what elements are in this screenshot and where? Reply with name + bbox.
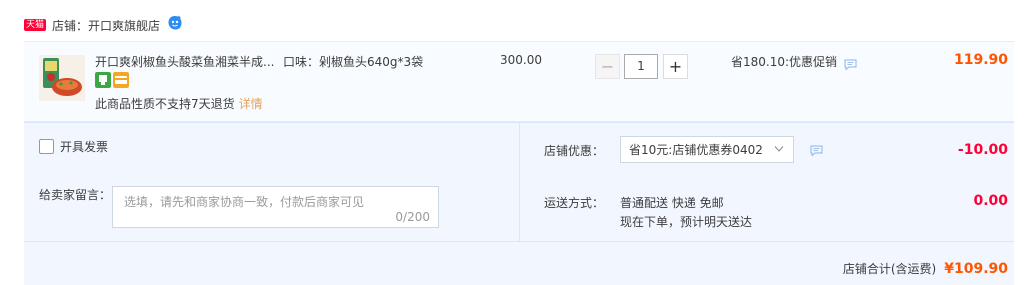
cart-item-row: 开口爽剁椒鱼头酸菜鱼湘菜半成... 口味：剁椒鱼头640g*3袋 此商品性质不支… [24, 41, 1014, 122]
return-policy-text: 此商品性质不支持7天退货 [95, 97, 235, 111]
seller-memo-placeholder: 选填，请先和商家协商一致，付款后商家可见 [124, 195, 365, 209]
shop-total: 店铺合计(含运费) ¥109.90 [843, 260, 1008, 277]
left-options: 开具发票 给卖家留言： 选填，请先和商家协商一致，付款后商家可见 0/200 [24, 123, 520, 241]
invoice-checkbox[interactable] [39, 139, 54, 154]
shop-discount-selected: 省10元:店铺优惠券0402 [629, 143, 763, 157]
shop-total-label: 店铺合计(含运费) [842, 262, 937, 276]
invoice-label[interactable]: 开具发票 [60, 138, 108, 155]
product-thumbnail[interactable] [39, 55, 85, 101]
order-options-panel: 开具发票 给卖家留言： 选填，请先和商家协商一致，付款后商家可见 0/200 店… [24, 122, 1014, 285]
quantity-increase-button[interactable]: + [663, 54, 688, 79]
shop-label: 店铺： [52, 18, 89, 33]
item-total-price: 119.90 [953, 52, 1008, 68]
seller-memo-label: 给卖家留言： [39, 188, 112, 202]
shop-header: 天猫 店铺： 开口爽旗舰店 [24, 15, 183, 35]
shipping-eta: 现在下单，预计明天送达 [620, 215, 753, 229]
seller-memo-char-count: 0/200 [395, 210, 430, 224]
quantity-decrease-button[interactable]: − [595, 54, 620, 79]
message-icon[interactable] [844, 59, 857, 70]
shop-discount-select[interactable]: 省10元:店铺优惠券0402 [620, 136, 794, 163]
return-policy-note: 此商品性质不支持7天退货 详情 [95, 95, 263, 112]
service-icon-card[interactable] [113, 72, 129, 88]
product-title-link[interactable]: 开口爽剁椒鱼头酸菜鱼湘菜半成... [95, 53, 275, 70]
service-icons [95, 72, 129, 88]
service-icon-green[interactable] [95, 72, 111, 88]
shop-discount-label: 店铺优惠： [544, 144, 605, 158]
seller-memo-textarea[interactable]: 选填，请先和商家协商一致，付款后商家可见 0/200 [112, 186, 439, 228]
tmall-badge: 天猫 [24, 19, 47, 31]
unit-price: 300.00 [500, 53, 542, 67]
quantity-input[interactable]: 1 [624, 54, 658, 79]
shop-name-link[interactable]: 开口爽旗舰店 [88, 17, 160, 34]
product-sku: 口味：剁椒鱼头640g*3袋 [283, 55, 424, 69]
shop-total-value: ¥109.90 [944, 260, 1008, 277]
right-options: 店铺优惠： 省10元:店铺优惠券0402 -10.00 运送方式： 普通配送 快… [521, 123, 1014, 241]
wangwang-chat-icon[interactable] [167, 15, 183, 31]
promotion-info: 省180.10:优惠促销 [731, 53, 857, 70]
invoice-option[interactable]: 开具发票 [39, 138, 108, 155]
promotion-text: 省180.10:优惠促销 [731, 55, 838, 69]
panel-divider [24, 241, 1014, 242]
chevron-down-icon [774, 146, 784, 152]
shop-discount-amount: -10.00 [957, 142, 1008, 158]
shipping-label: 运送方式： [544, 196, 605, 210]
shipping-method: 普通配送 快递 免邮 [620, 196, 724, 210]
discount-message-icon[interactable] [810, 145, 823, 156]
quantity-stepper: − 1 + [595, 54, 688, 79]
shipping-cost: 0.00 [973, 193, 1008, 209]
return-policy-details-link[interactable]: 详情 [239, 97, 263, 111]
